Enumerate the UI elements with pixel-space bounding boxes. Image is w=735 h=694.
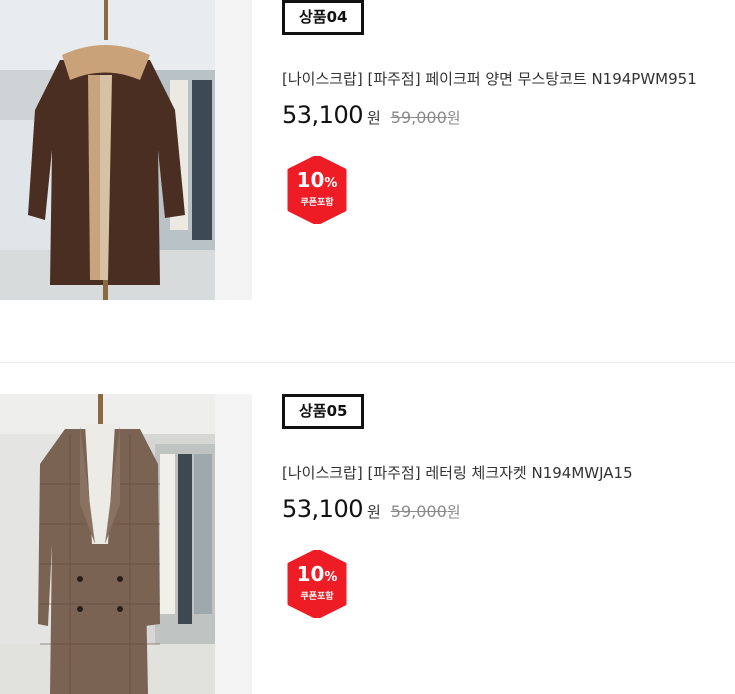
coupon-percent: 10% bbox=[296, 562, 338, 586]
product-image[interactable] bbox=[0, 0, 252, 300]
product-number-badge: 상품04 bbox=[282, 0, 365, 35]
sale-currency: 원 bbox=[366, 109, 381, 127]
coupon-percent: 10% bbox=[296, 168, 338, 192]
price-row: 53,100 원 59,000원 bbox=[282, 495, 461, 527]
sale-price: 53,100 bbox=[282, 101, 363, 129]
product-title[interactable]: [나이스크랍] [파주점] 페이크퍼 양면 무스탕코트 N194PWM951 bbox=[282, 68, 697, 89]
sale-currency: 원 bbox=[366, 503, 381, 521]
coupon-badge: 10% 쿠폰포함 bbox=[287, 156, 347, 224]
original-currency: 원 bbox=[446, 109, 461, 127]
product-number-badge: 상품05 bbox=[282, 394, 365, 429]
price-row: 53,100 원 59,000원 bbox=[282, 101, 461, 133]
original-price: 59,000 bbox=[390, 502, 447, 521]
divider bbox=[0, 362, 735, 363]
product-card[interactable]: 상품05 [나이스크랍] [파주점] 레터링 체크자켓 N194MWJA15 5… bbox=[0, 394, 735, 694]
coupon-label: 쿠폰포함 bbox=[300, 592, 334, 602]
coupon-label: 쿠폰포함 bbox=[300, 198, 334, 208]
original-currency: 원 bbox=[446, 503, 461, 521]
product-image[interactable] bbox=[0, 394, 252, 694]
coupon-badge: 10% 쿠폰포함 bbox=[287, 550, 347, 618]
product-title[interactable]: [나이스크랍] [파주점] 레터링 체크자켓 N194MWJA15 bbox=[282, 462, 633, 483]
original-price: 59,000 bbox=[390, 108, 447, 127]
sale-price: 53,100 bbox=[282, 495, 363, 523]
product-card[interactable]: 상품04 [나이스크랍] [파주점] 페이크퍼 양면 무스탕코트 N194PWM… bbox=[0, 0, 735, 300]
